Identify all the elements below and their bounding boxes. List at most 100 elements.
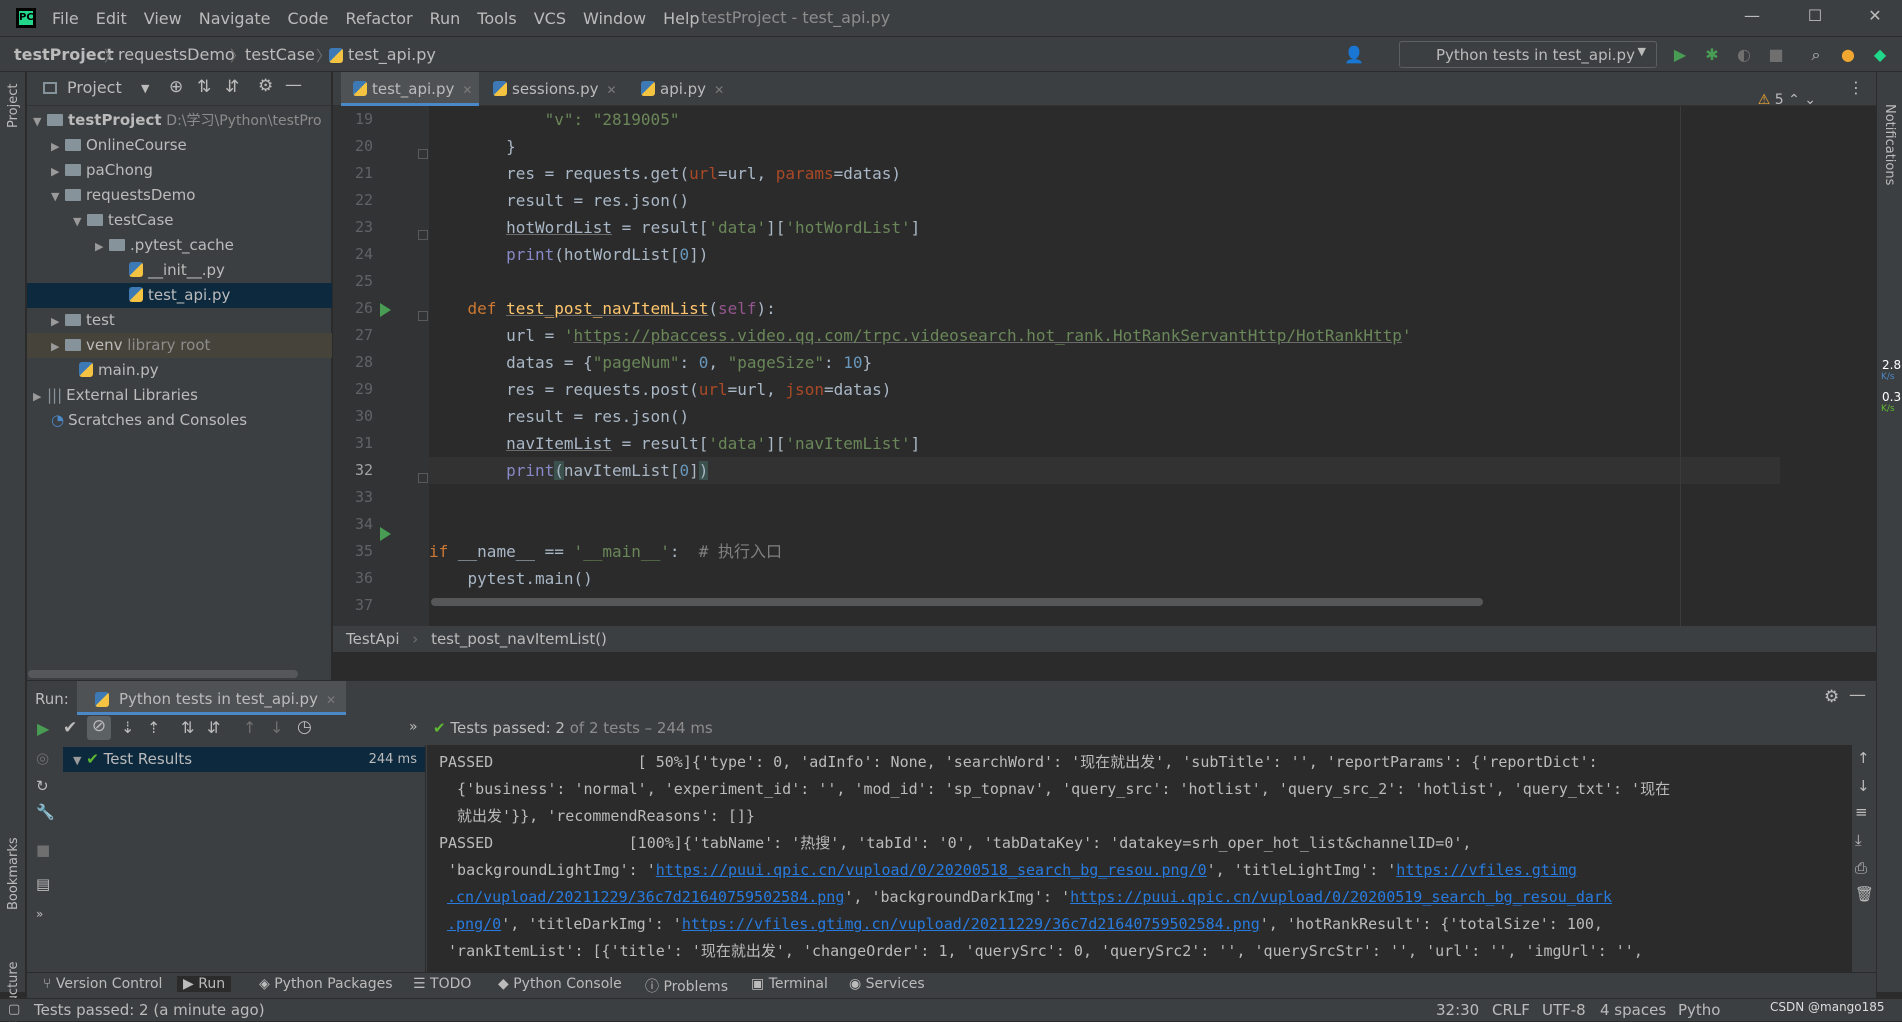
- warnings-indicator[interactable]: ⚠ 5 ⌃ ⌄: [1758, 92, 1816, 108]
- arrow-up-icon[interactable]: ↑: [243, 718, 256, 737]
- menu-view[interactable]: View: [144, 9, 182, 28]
- fold-icon[interactable]: [418, 230, 428, 240]
- run-test-icon[interactable]: [380, 303, 391, 317]
- console-output[interactable]: PASSED [ 50%]{'type': 0, 'adInfo': None,…: [427, 745, 1852, 973]
- rerun-failed-icon[interactable]: ◎: [36, 749, 49, 767]
- editor-horizontal-scrollbar[interactable]: [431, 598, 1483, 606]
- code-area[interactable]: "v": "2819005" } res = requests.get(url=…: [429, 106, 1876, 626]
- show-ignored-icon[interactable]: ⊘: [87, 716, 111, 740]
- tree-item-requestsdemo[interactable]: ▼ requestsDemo: [27, 183, 332, 208]
- file-encoding[interactable]: UTF-8: [1542, 999, 1586, 1021]
- arrow-down-icon[interactable]: ↓: [1857, 777, 1870, 795]
- project-tool-button[interactable]: Project: [6, 84, 21, 128]
- caret-position[interactable]: 32:30: [1436, 999, 1479, 1021]
- minimize-icon[interactable]: —: [1737, 6, 1767, 30]
- arrow-down-icon[interactable]: ↓: [270, 718, 283, 737]
- tab-version-control[interactable]: ⑂ Version Control: [43, 976, 162, 992]
- layout-icon[interactable]: ▤: [36, 875, 50, 893]
- menu-navigate[interactable]: Navigate: [199, 9, 271, 28]
- test-results-row[interactable]: ▼ ✔ Test Results 244 ms: [63, 747, 425, 772]
- console-link[interactable]: https://puui.qpic.cn/vupload/0/20200518_…: [656, 861, 1207, 879]
- run-tab[interactable]: Python tests in test_api.py ✕: [77, 681, 347, 715]
- fold-icon[interactable]: [418, 149, 428, 159]
- close-icon[interactable]: ✕: [607, 83, 617, 97]
- run-configuration-select[interactable]: Python tests in test_api.py ▼: [1399, 41, 1657, 68]
- notifications-tool-button[interactable]: Notifications: [1882, 104, 1897, 185]
- expand-all-icon[interactable]: ⇅: [181, 718, 194, 737]
- menu-edit[interactable]: Edit: [96, 9, 127, 28]
- sort-alpha-icon[interactable]: ⇣: [121, 718, 134, 737]
- close-icon[interactable]: ✕: [1860, 6, 1890, 30]
- search-icon[interactable]: ⌕: [1806, 45, 1826, 65]
- gear-icon[interactable]: ⚙: [1824, 687, 1839, 707]
- gear-icon[interactable]: ⚙: [258, 76, 273, 96]
- rerun-icon[interactable]: ▶: [37, 719, 49, 738]
- tab-python-packages[interactable]: ◈ Python Packages: [259, 976, 393, 992]
- user-icon[interactable]: 👤: [1344, 45, 1364, 65]
- tab-services[interactable]: ◉ Services: [849, 976, 925, 992]
- console-link[interactable]: https://puui.qpic.cn/vupload/0/20200519_…: [1070, 888, 1612, 906]
- line-separator[interactable]: CRLF: [1492, 999, 1530, 1021]
- menu-window[interactable]: Window: [583, 9, 646, 28]
- fold-icon[interactable]: [418, 473, 428, 483]
- more-icon[interactable]: »: [36, 907, 43, 921]
- locate-icon[interactable]: ⊕: [169, 77, 183, 97]
- close-icon[interactable]: ✕: [462, 83, 472, 97]
- tab-run[interactable]: ▶ Run: [177, 976, 232, 992]
- hide-icon[interactable]: —: [285, 75, 302, 95]
- url-string-link[interactable]: https://pbaccess.video.qq.com/trpc.video…: [574, 326, 1402, 345]
- breadcrumb-testcase[interactable]: testCase: [245, 45, 315, 64]
- stop-icon[interactable]: ■: [1766, 45, 1786, 65]
- tab-api[interactable]: api.py ✕: [629, 72, 733, 106]
- breadcrumb-requestsdemo[interactable]: requestsDemo: [118, 45, 235, 64]
- menu-code[interactable]: Code: [288, 9, 329, 28]
- stop-icon[interactable]: ■: [36, 841, 50, 859]
- console-link[interactable]: .cn/vupload/20211229/36c7d21640759502584…: [447, 888, 844, 906]
- tree-item-pachong[interactable]: ▶ paChong: [27, 158, 332, 183]
- run-icon[interactable]: ▶: [1670, 45, 1690, 65]
- jetbrains-icon[interactable]: ◆: [1870, 45, 1890, 65]
- indent-setting[interactable]: 4 spaces: [1600, 999, 1666, 1021]
- tree-root[interactable]: ▼ testProject D:\学习\Python\testPro: [27, 108, 332, 133]
- tree-item-test[interactable]: ▶ test: [27, 308, 332, 333]
- bookmarks-tool-button[interactable]: Bookmarks: [6, 837, 21, 910]
- breadcrumb-method[interactable]: test_post_navItemList(): [431, 630, 607, 648]
- tab-test-api[interactable]: test_api.py ✕: [341, 72, 479, 106]
- maximize-icon[interactable]: ☐: [1800, 6, 1830, 30]
- tab-problems[interactable]: ⓘ Problems: [645, 976, 728, 996]
- tree-item-main[interactable]: main.py: [27, 358, 332, 383]
- wrench-icon[interactable]: 🔧: [36, 803, 55, 821]
- arrow-up-icon[interactable]: ↑: [1857, 749, 1870, 767]
- menu-file[interactable]: File: [52, 9, 79, 28]
- tree-item-external-libraries[interactable]: ▶ ||| External Libraries: [27, 383, 332, 408]
- project-view-title[interactable]: Project: [67, 78, 122, 97]
- collapse-all-icon[interactable]: ⇵: [225, 77, 239, 97]
- more-options-icon[interactable]: ⋮: [1848, 78, 1864, 97]
- panel-toggle-icon[interactable]: ▢: [8, 999, 20, 1021]
- tree-item-test-api[interactable]: test_api.py: [27, 283, 332, 308]
- horizontal-scrollbar[interactable]: [28, 670, 298, 678]
- close-icon[interactable]: ✕: [714, 83, 724, 97]
- menu-vcs[interactable]: VCS: [534, 9, 566, 28]
- sort-duration-icon[interactable]: ⇡: [147, 718, 160, 737]
- console-link[interactable]: .png/0: [447, 915, 501, 933]
- menu-help[interactable]: Help: [663, 9, 699, 28]
- debug-icon[interactable]: ✱: [1702, 45, 1722, 65]
- update-icon[interactable]: ●: [1838, 45, 1858, 65]
- hide-icon[interactable]: —: [1849, 685, 1866, 705]
- close-icon[interactable]: ✕: [326, 693, 336, 707]
- scroll-to-end-icon[interactable]: ⤓: [1855, 831, 1862, 849]
- more-icon[interactable]: »: [409, 719, 418, 735]
- chevron-up-icon[interactable]: ⌃: [1788, 92, 1800, 108]
- console-link[interactable]: https://vfiles.gtimg: [1396, 861, 1577, 879]
- menu-run[interactable]: Run: [430, 9, 461, 28]
- menu-tools[interactable]: Tools: [477, 9, 516, 28]
- chevron-down-icon[interactable]: ⌄: [1804, 92, 1816, 108]
- tree-item-onlinecourse[interactable]: ▶ OnlineCourse: [27, 133, 332, 158]
- tab-terminal[interactable]: ▣ Terminal: [751, 976, 828, 992]
- status-message[interactable]: Tests passed: 2 (a minute ago): [34, 999, 265, 1021]
- collapse-all-icon[interactable]: ⇵: [207, 718, 220, 737]
- expand-all-icon[interactable]: ⇅: [197, 77, 211, 97]
- tree-item-pytest-cache[interactable]: ▶ .pytest_cache: [27, 233, 332, 258]
- menu-refactor[interactable]: Refactor: [345, 9, 412, 28]
